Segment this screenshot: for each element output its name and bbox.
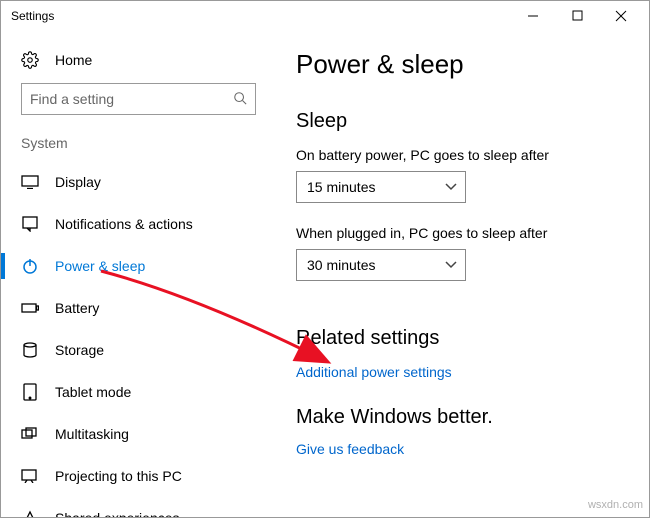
battery-sleep-dropdown[interactable]: 15 minutes: [296, 171, 466, 203]
sidebar: Home Find a setting System Display: [1, 31, 276, 517]
sidebar-item-label: Multitasking: [55, 426, 129, 442]
sidebar-item-label: Power & sleep: [55, 258, 145, 274]
search-icon: [233, 91, 247, 108]
search-placeholder: Find a setting: [30, 91, 233, 107]
titlebar: Settings: [1, 1, 649, 31]
plugged-sleep-label: When plugged in, PC goes to sleep after: [296, 225, 629, 241]
additional-power-settings-link[interactable]: Additional power settings: [296, 364, 452, 380]
storage-icon: [21, 341, 39, 359]
dropdown-value: 30 minutes: [307, 257, 375, 273]
multitasking-icon: [21, 425, 39, 443]
minimize-icon: [527, 10, 539, 22]
notifications-icon: [21, 215, 39, 233]
battery-icon: [21, 299, 39, 317]
gear-icon: [21, 51, 39, 69]
sidebar-item-label: Projecting to this PC: [55, 468, 182, 484]
nav-group-label: System: [1, 135, 276, 161]
projecting-icon: [21, 467, 39, 485]
dropdown-value: 15 minutes: [307, 179, 375, 195]
display-icon: [21, 173, 39, 191]
sidebar-item-label: Storage: [55, 342, 104, 358]
home-label: Home: [55, 52, 92, 68]
home-nav[interactable]: Home: [1, 41, 276, 83]
sidebar-item-label: Battery: [55, 300, 99, 316]
sidebar-item-power-sleep[interactable]: Power & sleep: [1, 245, 276, 287]
maximize-button[interactable]: [555, 1, 599, 31]
chevron-down-icon: [445, 180, 457, 194]
sidebar-item-projecting[interactable]: Projecting to this PC: [1, 455, 276, 497]
chevron-down-icon: [445, 258, 457, 272]
sleep-heading: Sleep: [296, 110, 629, 133]
related-settings-heading: Related settings: [296, 327, 629, 350]
minimize-button[interactable]: [511, 1, 555, 31]
tablet-icon: [21, 383, 39, 401]
sidebar-item-display[interactable]: Display: [1, 161, 276, 203]
sidebar-item-label: Notifications & actions: [55, 216, 193, 232]
main-panel: Power & sleep Sleep On battery power, PC…: [276, 31, 649, 517]
plugged-sleep-dropdown[interactable]: 30 minutes: [296, 249, 466, 281]
give-feedback-link[interactable]: Give us feedback: [296, 441, 404, 457]
sidebar-item-tablet-mode[interactable]: Tablet mode: [1, 371, 276, 413]
sidebar-item-label: Display: [55, 174, 101, 190]
sidebar-item-multitasking[interactable]: Multitasking: [1, 413, 276, 455]
power-icon: [21, 257, 39, 275]
close-button[interactable]: [599, 1, 643, 31]
battery-sleep-label: On battery power, PC goes to sleep after: [296, 147, 629, 163]
close-icon: [615, 10, 627, 22]
watermark: wsxdn.com: [588, 499, 643, 511]
make-windows-better-heading: Make Windows better.: [296, 406, 629, 429]
sidebar-item-label: Shared experiences: [55, 510, 180, 517]
maximize-icon: [572, 10, 583, 21]
sidebar-item-notifications[interactable]: Notifications & actions: [1, 203, 276, 245]
sidebar-item-shared-experiences[interactable]: Shared experiences: [1, 497, 276, 517]
window-title: Settings: [11, 9, 54, 23]
shared-icon: [21, 509, 39, 517]
sidebar-item-battery[interactable]: Battery: [1, 287, 276, 329]
page-title: Power & sleep: [296, 49, 629, 80]
sidebar-item-storage[interactable]: Storage: [1, 329, 276, 371]
sidebar-item-label: Tablet mode: [55, 384, 131, 400]
search-input[interactable]: Find a setting: [21, 83, 256, 115]
